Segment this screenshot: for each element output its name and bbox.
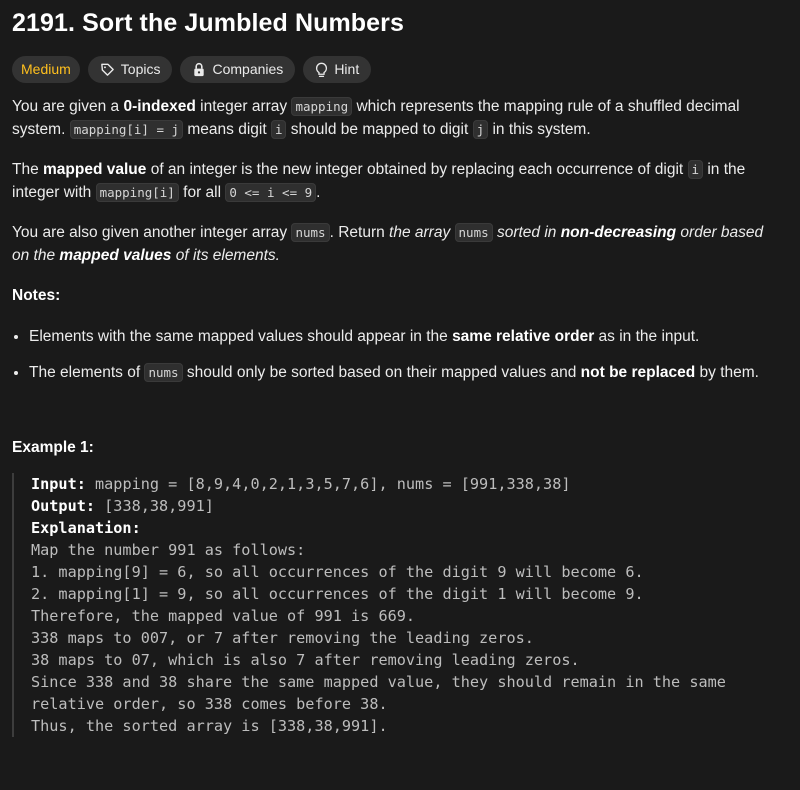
difficulty-label: Medium [21,61,71,77]
difficulty-badge: Medium [12,56,80,83]
topics-button[interactable]: Topics [87,56,173,83]
topics-label: Topics [120,61,161,77]
example-input-line: Input: mapping = [8,9,4,0,2,1,3,5,7,6], … [31,475,571,493]
explanation-line: 38 maps to 07, which is also 7 after rem… [31,651,580,669]
description-paragraph-3: You are also given another integer array… [12,223,764,264]
explanation-line: Map the number 991 as follows: [31,541,306,559]
example-heading: Example 1: [12,438,94,456]
explanation-line: Since 338 and 38 share the same mapped v… [31,673,726,691]
hint-label: Hint [334,61,360,77]
explanation-line: relative order, so 338 comes before 38. [31,695,388,713]
companies-button[interactable]: Companies [180,56,296,83]
example-block: Input: mapping = [8,9,4,0,2,1,3,5,7,6], … [12,473,782,737]
example-explanation-label: Explanation: [31,519,141,537]
explanation-line: Therefore, the mapped value of 991 is 66… [31,607,416,625]
explanation-line: 338 maps to 007, or 7 after removing the… [31,629,534,647]
tag-icon [100,62,115,77]
companies-label: Companies [212,61,284,77]
list-item: The elements of nums should only be sort… [29,362,782,385]
hint-button[interactable]: Hint [303,56,372,83]
example-output-line: Output: [338,38,991] [31,497,214,515]
problem-description: You are given a 0-indexed integer array … [12,96,782,737]
explanation-line: 1. mapping[9] = 6, so all occurrences of… [31,563,644,581]
notes-list: Elements with the same mapped values sho… [12,326,782,385]
explanation-line: 2. mapping[1] = 9, so all occurrences of… [31,585,644,603]
list-item: Elements with the same mapped values sho… [29,326,782,349]
problem-title[interactable]: 2191. Sort the Jumbled Numbers [12,0,782,38]
description-paragraph-2: The mapped value of an integer is the ne… [12,160,746,202]
description-paragraph-1: You are given a 0-indexed integer array … [12,97,740,139]
lock-icon [192,62,206,77]
notes-heading: Notes: [12,287,61,304]
problem-panel: 2191. Sort the Jumbled Numbers Medium To… [12,0,782,737]
tag-chips: Medium Topics Companies Hint [12,56,782,83]
lightbulb-icon [315,62,328,78]
explanation-line: Thus, the sorted array is [338,38,991]. [31,717,388,735]
